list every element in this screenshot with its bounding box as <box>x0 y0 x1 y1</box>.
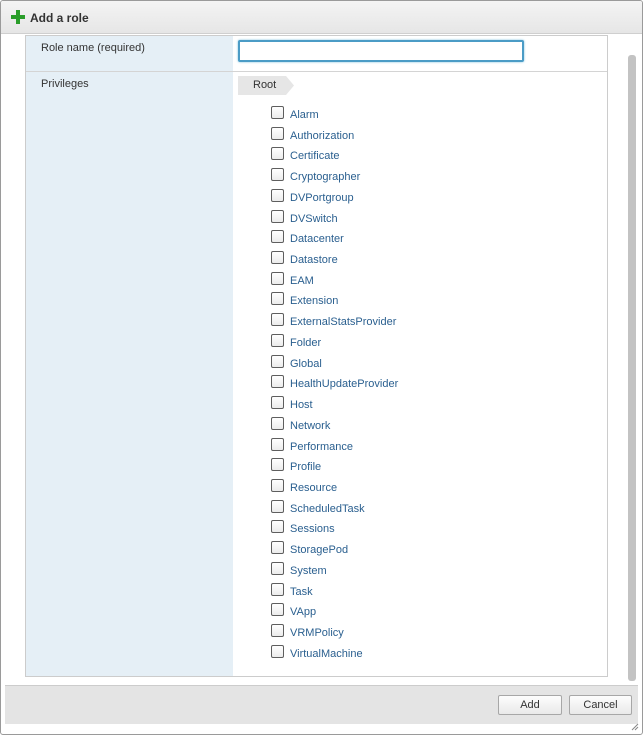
privilege-label[interactable]: VirtualMachine <box>290 648 363 660</box>
privilege-label[interactable]: Datastore <box>290 254 338 266</box>
privilege-checkbox[interactable] <box>271 271 284 285</box>
role-name-input[interactable] <box>238 40 524 62</box>
privilege-checkbox[interactable] <box>271 292 284 306</box>
privilege-label[interactable]: Resource <box>290 482 337 494</box>
privilege-checkbox[interactable] <box>271 623 284 637</box>
privilege-label[interactable]: Global <box>290 358 322 370</box>
scrollbar[interactable] <box>628 55 636 681</box>
privilege-checkbox[interactable] <box>271 106 284 119</box>
privilege-checkbox[interactable] <box>271 230 284 244</box>
privilege-checkbox[interactable] <box>271 147 284 161</box>
privilege-label[interactable]: Alarm <box>290 109 319 121</box>
privilege-checkbox[interactable] <box>271 333 284 347</box>
privilege-checkbox[interactable] <box>271 499 284 513</box>
privilege-label[interactable]: Task <box>290 586 313 598</box>
privilege-label[interactable]: DVPortgroup <box>290 192 354 204</box>
privilege-checkbox[interactable] <box>271 396 284 410</box>
privilege-label[interactable]: Network <box>290 420 330 432</box>
dialog-footer: Add Cancel <box>5 685 638 724</box>
privilege-checkbox[interactable] <box>271 644 284 658</box>
privilege-checkbox[interactable] <box>271 126 284 140</box>
privilege-label[interactable]: EAM <box>290 275 314 287</box>
label-column <box>26 36 233 676</box>
privilege-label[interactable]: ScheduledTask <box>290 503 365 515</box>
privilege-label[interactable]: StoragePod <box>290 544 348 556</box>
green-plus-icon <box>11 10 25 24</box>
privilege-label[interactable]: Extension <box>290 295 338 307</box>
privilege-label[interactable]: VApp <box>290 606 316 618</box>
privilege-label[interactable]: System <box>290 565 327 577</box>
dialog-titlebar[interactable]: Add a role <box>1 1 642 34</box>
privilege-checkbox[interactable] <box>271 209 284 223</box>
breadcrumb-label: Root <box>253 79 277 91</box>
privilege-label[interactable]: Performance <box>290 441 353 453</box>
privilege-label[interactable]: Certificate <box>290 150 340 162</box>
role-name-label: Role name (required) <box>41 42 145 54</box>
privilege-checkbox[interactable] <box>271 541 284 555</box>
privilege-checkbox[interactable] <box>271 354 284 368</box>
privilege-checkbox[interactable] <box>271 520 284 534</box>
add-role-dialog: Add a role Role name (required) Privileg… <box>0 0 643 735</box>
resize-grip-icon[interactable] <box>631 723 639 731</box>
privilege-label[interactable]: VRMPolicy <box>290 627 344 639</box>
privilege-checkbox[interactable] <box>271 561 284 575</box>
privilege-checkbox[interactable] <box>271 251 284 265</box>
add-button[interactable]: Add <box>498 695 562 715</box>
privilege-checkbox[interactable] <box>271 188 284 202</box>
privilege-checkbox[interactable] <box>271 458 284 472</box>
dialog-title: Add a role <box>30 11 89 25</box>
privilege-checkbox[interactable] <box>271 375 284 389</box>
privileges-label: Privileges <box>41 78 89 90</box>
privilege-checkbox[interactable] <box>271 478 284 492</box>
row-divider <box>26 71 607 72</box>
privilege-label[interactable]: ExternalStatsProvider <box>290 316 396 328</box>
privilege-label[interactable]: Profile <box>290 461 321 473</box>
privilege-label[interactable]: Datacenter <box>290 233 344 245</box>
privilege-checkbox[interactable] <box>271 416 284 430</box>
privilege-checkbox[interactable] <box>271 437 284 451</box>
privilege-label[interactable]: Folder <box>290 337 321 349</box>
role-form: Role name (required) Privileges Root Ala… <box>25 35 608 677</box>
privilege-label[interactable]: HealthUpdateProvider <box>290 378 398 390</box>
privilege-checkbox[interactable] <box>271 603 284 617</box>
privilege-checkbox[interactable] <box>271 582 284 596</box>
cancel-button[interactable]: Cancel <box>569 695 632 715</box>
privilege-checkbox[interactable] <box>271 313 284 327</box>
privilege-label[interactable]: Sessions <box>290 523 335 535</box>
privilege-label[interactable]: Cryptographer <box>290 171 360 183</box>
breadcrumb-root[interactable]: Root <box>238 76 294 95</box>
privilege-label[interactable]: Host <box>290 399 313 411</box>
privilege-label[interactable]: DVSwitch <box>290 213 338 225</box>
privilege-checkbox[interactable] <box>271 168 284 182</box>
privilege-label[interactable]: Authorization <box>290 130 354 142</box>
